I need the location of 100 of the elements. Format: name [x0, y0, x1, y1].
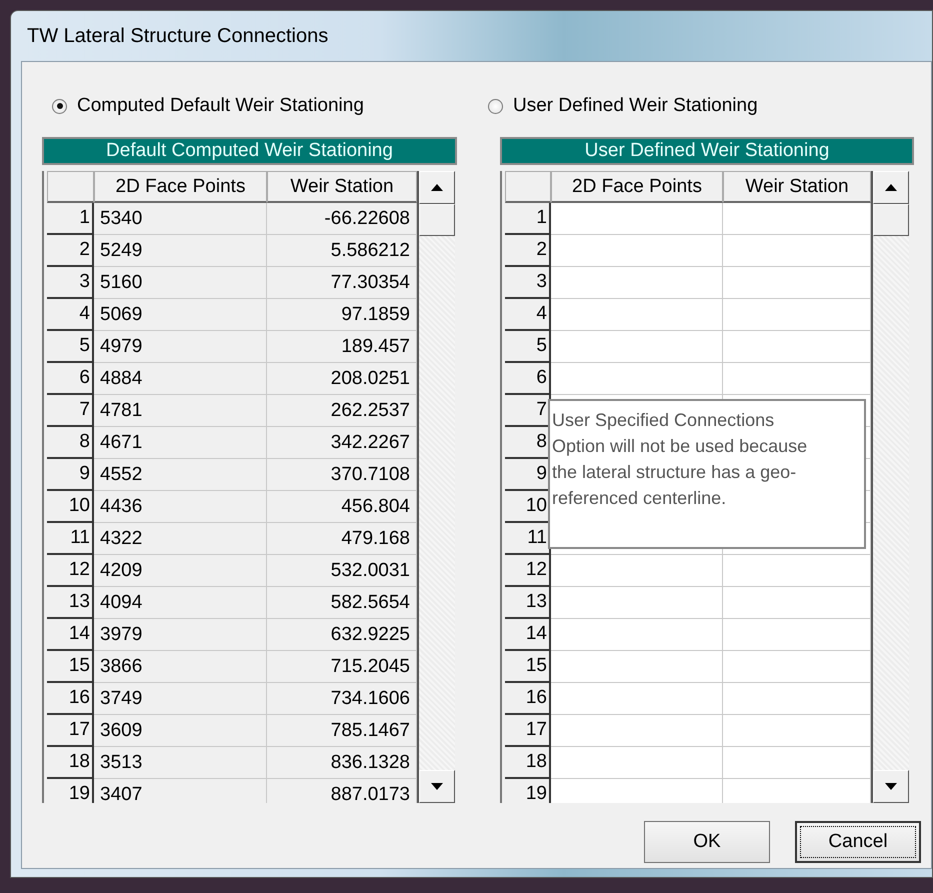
row-header[interactable]: 3	[47, 267, 94, 299]
radio-option[interactable]: Computed Default Weir Stationing	[42, 95, 488, 117]
scrollbar[interactable]	[871, 171, 909, 803]
scroll-down-button[interactable]	[419, 770, 455, 803]
dialog-button[interactable]: Cancel	[795, 821, 921, 863]
row-header[interactable]: 2	[47, 235, 94, 267]
row-header[interactable]: 13	[47, 587, 94, 619]
table-cell: 97.1859	[267, 299, 417, 331]
scroll-up-button[interactable]	[419, 171, 455, 204]
scroll-thumb[interactable]	[419, 204, 455, 236]
table-cell[interactable]	[723, 779, 871, 803]
table-cell: 4671	[94, 427, 267, 459]
table-cell[interactable]	[723, 619, 871, 651]
table-cell: 456.804	[267, 491, 417, 523]
table-cell[interactable]	[551, 267, 723, 299]
table-cell[interactable]	[551, 779, 723, 803]
row-header[interactable]: 9	[47, 459, 94, 491]
row-header[interactable]: 3	[505, 267, 551, 299]
table-cell[interactable]	[551, 299, 723, 331]
row-header[interactable]: 7	[47, 395, 94, 427]
column-header[interactable]: 2D Face Points	[94, 171, 267, 203]
table-cell[interactable]	[723, 683, 871, 715]
row-header[interactable]: 8	[47, 427, 94, 459]
dialog-button[interactable]: OK	[644, 821, 770, 863]
table-cell[interactable]	[551, 203, 723, 235]
row-header[interactable]: 18	[47, 747, 94, 779]
table-cell: 4094	[94, 587, 267, 619]
row-header[interactable]: 1	[505, 203, 551, 235]
row-header[interactable]: 15	[47, 651, 94, 683]
table-cell: 3609	[94, 715, 267, 747]
radio-option[interactable]: User Defined Weir Stationing	[488, 95, 758, 117]
radio-button[interactable]	[52, 98, 67, 114]
table-cell[interactable]	[723, 203, 871, 235]
table-cell: 5.586212	[267, 235, 417, 267]
scroll-down-button[interactable]	[873, 770, 909, 803]
row-header[interactable]: 17	[47, 715, 94, 747]
row-header[interactable]: 14	[47, 619, 94, 651]
tooltip-text: User Specified Connections Option will not be used because the lateral structure has a geo-referenced centerline.	[552, 409, 808, 510]
row-header[interactable]: 6	[47, 363, 94, 395]
grid-title: User Defined Weir Stationing	[500, 137, 914, 165]
up-arrow-icon	[885, 184, 897, 191]
row-header[interactable]: 5	[505, 331, 551, 363]
table-cell: 734.1606	[267, 683, 417, 715]
table-cell[interactable]	[723, 651, 871, 683]
scroll-up-button[interactable]	[873, 171, 909, 204]
table-cell[interactable]	[723, 299, 871, 331]
table-cell[interactable]	[551, 331, 723, 363]
table-cell: 3866	[94, 651, 267, 683]
table-cell[interactable]	[551, 363, 723, 395]
column-header[interactable]: 2D Face Points	[551, 171, 723, 203]
row-header[interactable]: 17	[505, 715, 551, 747]
scroll-thumb[interactable]	[873, 204, 909, 236]
row-header[interactable]: 12	[505, 555, 551, 587]
column-header[interactable]: Weir Station	[267, 171, 417, 203]
table-cell[interactable]	[723, 747, 871, 779]
table-cell: 479.168	[267, 523, 417, 555]
table-cell: -66.22608	[267, 203, 417, 235]
table-cell[interactable]	[723, 331, 871, 363]
row-header[interactable]: 15	[505, 651, 551, 683]
row-header[interactable]: 12	[47, 555, 94, 587]
row-header[interactable]: 4	[47, 299, 94, 331]
row-header[interactable]: 11	[47, 523, 94, 555]
table-cell: 4781	[94, 395, 267, 427]
row-header[interactable]: 10	[47, 491, 94, 523]
table-cell[interactable]	[551, 715, 723, 747]
column-header[interactable]: Weir Station	[723, 171, 871, 203]
table-cell: 370.7108	[267, 459, 417, 491]
table-cell[interactable]	[551, 555, 723, 587]
table-cell[interactable]	[551, 747, 723, 779]
table-cell[interactable]	[723, 363, 871, 395]
row-header[interactable]: 14	[505, 619, 551, 651]
table-cell: 5249	[94, 235, 267, 267]
row-header[interactable]: 13	[505, 587, 551, 619]
row-header[interactable]: 6	[505, 363, 551, 395]
table-cell: 4436	[94, 491, 267, 523]
table-cell[interactable]	[551, 651, 723, 683]
table-cell: 3979	[94, 619, 267, 651]
row-header[interactable]: 1	[47, 203, 94, 235]
row-header[interactable]: 16	[47, 683, 94, 715]
grid-title: Default Computed Weir Stationing	[42, 137, 457, 165]
table-cell[interactable]	[551, 587, 723, 619]
row-header[interactable]: 7	[505, 395, 551, 427]
table-cell[interactable]	[551, 683, 723, 715]
table-cell[interactable]	[723, 587, 871, 619]
table-cell[interactable]	[551, 619, 723, 651]
table-cell[interactable]	[723, 235, 871, 267]
scrollbar[interactable]	[417, 171, 455, 803]
row-header[interactable]: 4	[505, 299, 551, 331]
row-header[interactable]: 2	[505, 235, 551, 267]
table-cell[interactable]	[551, 235, 723, 267]
table-cell[interactable]	[723, 267, 871, 299]
row-header[interactable]: 5	[47, 331, 94, 363]
table-cell[interactable]	[723, 715, 871, 747]
table-cell: 5069	[94, 299, 267, 331]
table-cell[interactable]	[723, 555, 871, 587]
row-header[interactable]: 16	[505, 683, 551, 715]
radio-button[interactable]	[488, 98, 503, 114]
table-cell: 532.0031	[267, 555, 417, 587]
row-header[interactable]: 18	[505, 747, 551, 779]
table-cell: 3749	[94, 683, 267, 715]
